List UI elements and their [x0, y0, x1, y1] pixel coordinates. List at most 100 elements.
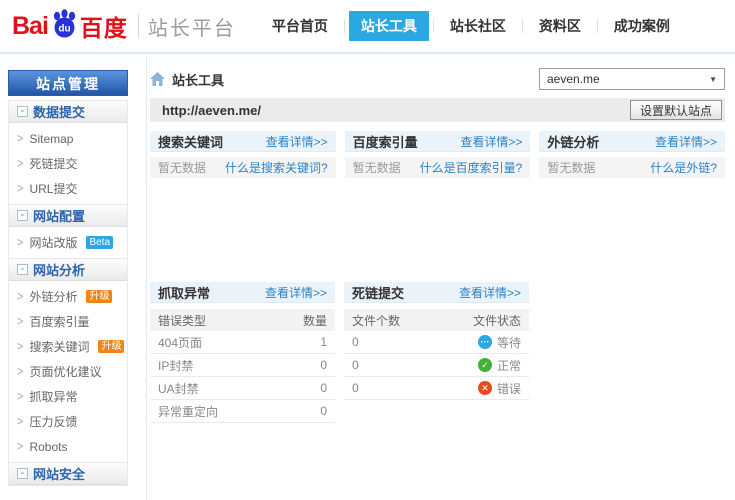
panel-empty-row: 暂无数据 什么是百度索引量? — [345, 157, 531, 178]
help-link[interactable]: 什么是百度索引量? — [420, 159, 523, 176]
table-row: 404页面 1 — [150, 331, 335, 354]
help-link[interactable]: 什么是搜索关键词? — [225, 159, 328, 176]
chevron-right-icon: > — [17, 339, 23, 353]
panel-crawl-errors: 抓取异常 查看详情>> 错误类型 数量 404页面 1 IP封禁 0 UA封禁 … — [150, 282, 335, 423]
chevron-right-icon: > — [17, 314, 23, 328]
view-details-link[interactable]: 查看详情>> — [266, 133, 328, 150]
sidebar-section-data-submit[interactable]: - 数据提交 — [9, 100, 127, 123]
chevron-right-icon: > — [17, 156, 23, 170]
panel-title: 百度索引量 — [353, 132, 418, 151]
nav-divider — [522, 19, 523, 33]
ok-status-icon: ✓ — [478, 358, 492, 372]
status-cell: ··· 等待 — [478, 334, 521, 351]
baidu-logo[interactable]: Bai du 百度 站长平台 — [12, 8, 236, 45]
sidebar-item-deadlink-submit[interactable]: > 死链提交 — [9, 151, 127, 176]
file-count-value: 0 — [352, 358, 359, 372]
logo-bai-text: Bai — [12, 12, 48, 41]
sidebar-item-search-keywords[interactable]: > 搜索关键词 升级 — [9, 334, 127, 359]
chevron-right-icon: > — [17, 439, 23, 453]
overview-panel-row: 搜索关键词 查看详情>> 暂无数据 什么是搜索关键词? 百度索引量 查看详情>>… — [150, 131, 725, 178]
nav-item-webmaster-tools[interactable]: 站长工具 — [349, 11, 429, 41]
panel-title: 死链提交 — [352, 283, 404, 302]
status-label: 错误 — [497, 380, 521, 397]
section-items: > 外链分析 升级 > 百度索引量 > 搜索关键词 升级 > 页面优化建议 > … — [9, 281, 127, 462]
chevron-down-icon: ▼ — [709, 75, 717, 84]
sidebar-item-url-submit[interactable]: > URL提交 — [9, 176, 127, 201]
status-cell: ✓ 正常 — [478, 357, 521, 374]
sidebar-item-label: Robots — [29, 440, 67, 454]
site-select-value: aeven.me — [547, 72, 600, 86]
table-panel-row: 抓取异常 查看详情>> 错误类型 数量 404页面 1 IP封禁 0 UA封禁 … — [150, 282, 529, 423]
nav-item-home[interactable]: 平台首页 — [260, 11, 340, 41]
logo-platform-name: 站长平台 — [148, 12, 236, 41]
view-details-link[interactable]: 查看详情>> — [265, 284, 327, 301]
panel-empty-row: 暂无数据 什么是外链? — [539, 157, 725, 178]
sidebar-section-site-analysis[interactable]: - 网站分析 — [9, 258, 127, 281]
panel-header: 百度索引量 查看详情>> — [345, 131, 531, 152]
section-label: 网站配置 — [33, 206, 85, 225]
sidebar-item-robots[interactable]: > Robots — [9, 434, 127, 459]
collapse-icon[interactable]: - — [17, 264, 28, 275]
view-details-link[interactable]: 查看详情>> — [460, 133, 522, 150]
status-label: 正常 — [497, 357, 521, 374]
error-status-icon: ✕ — [478, 381, 492, 395]
status-cell: ✕ 错误 — [478, 380, 521, 397]
sidebar-item-label: 百度索引量 — [29, 313, 89, 330]
nav-item-success-cases[interactable]: 成功案例 — [602, 11, 682, 41]
site-url: http://aeven.me/ — [162, 103, 261, 118]
sidebar-section-site-security[interactable]: - 网站安全 — [9, 462, 127, 485]
sidebar-item-sitemap[interactable]: > Sitemap — [9, 126, 127, 151]
empty-data-label: 暂无数据 — [547, 159, 595, 176]
sidebar-item-label: 页面优化建议 — [29, 363, 101, 380]
column-count: 数量 — [303, 312, 327, 329]
chevron-right-icon: > — [17, 389, 23, 403]
sidebar-item-crawl-errors[interactable]: > 抓取异常 — [9, 384, 127, 409]
chevron-right-icon: > — [17, 414, 23, 428]
set-default-site-button[interactable]: 设置默认站点 — [630, 100, 722, 120]
section-label: 数据提交 — [33, 102, 85, 121]
sidebar-item-pressure-feedback[interactable]: > 压力反馈 — [9, 409, 127, 434]
sidebar-title-site-management: 站点管理 — [8, 70, 128, 96]
top-header: Bai du 百度 站长平台 平台首页 站长工具 站长社区 资料区 成功案例 — [0, 0, 735, 54]
collapse-icon[interactable]: - — [17, 106, 28, 117]
upgrade-badge: 升级 — [86, 290, 112, 303]
sidebar-item-label: 压力反馈 — [29, 413, 77, 430]
sidebar-section-site-config[interactable]: - 网站配置 — [9, 204, 127, 227]
sidebar-item-site-revamp[interactable]: > 网站改版 Beta — [9, 230, 127, 255]
column-error-type: 错误类型 — [158, 312, 206, 329]
table-row: UA封禁 0 — [150, 377, 335, 400]
sidebar-item-label: 死链提交 — [29, 155, 77, 172]
view-details-link[interactable]: 查看详情>> — [655, 133, 717, 150]
panel-empty-row: 暂无数据 什么是搜索关键词? — [150, 157, 336, 178]
column-file-count: 文件个数 — [352, 312, 400, 329]
beta-badge: Beta — [86, 236, 113, 249]
main-vertical-divider — [146, 56, 147, 500]
empty-data-label: 暂无数据 — [158, 159, 206, 176]
breadcrumb: 站长工具 aeven.me ▼ — [150, 66, 725, 92]
nav-item-community[interactable]: 站长社区 — [438, 11, 518, 41]
sidebar-body: - 数据提交 > Sitemap > 死链提交 > URL提交 - 网站配置 > — [8, 100, 128, 486]
chevron-right-icon: > — [17, 364, 23, 378]
table-row: 异常重定向 0 — [150, 400, 335, 423]
sidebar-item-baidu-index[interactable]: > 百度索引量 — [9, 309, 127, 334]
home-icon[interactable] — [150, 72, 165, 86]
error-count-value: 0 — [320, 381, 327, 395]
nav-item-resources[interactable]: 资料区 — [527, 11, 593, 41]
section-label: 网站分析 — [33, 260, 85, 279]
collapse-icon[interactable]: - — [17, 468, 28, 479]
error-type-label: 异常重定向 — [158, 403, 218, 420]
sidebar-item-label: 网站改版 — [29, 234, 77, 251]
chevron-right-icon: > — [17, 181, 23, 195]
logo-baidu-cn: 百度 — [80, 9, 128, 43]
help-link[interactable]: 什么是外链? — [650, 159, 717, 176]
site-select-dropdown[interactable]: aeven.me ▼ — [539, 68, 725, 90]
chevron-right-icon: > — [17, 131, 23, 145]
view-details-link[interactable]: 查看详情>> — [459, 284, 521, 301]
sidebar-item-backlink-analysis[interactable]: > 外链分析 升级 — [9, 284, 127, 309]
panel-backlink-analysis: 外链分析 查看详情>> 暂无数据 什么是外链? — [539, 131, 725, 178]
file-count-value: 0 — [352, 381, 359, 395]
collapse-icon[interactable]: - — [17, 210, 28, 221]
main-nav: 平台首页 站长工具 站长社区 资料区 成功案例 — [260, 11, 682, 41]
sidebar-item-page-optimization[interactable]: > 页面优化建议 — [9, 359, 127, 384]
sidebar-item-label: URL提交 — [29, 180, 77, 197]
